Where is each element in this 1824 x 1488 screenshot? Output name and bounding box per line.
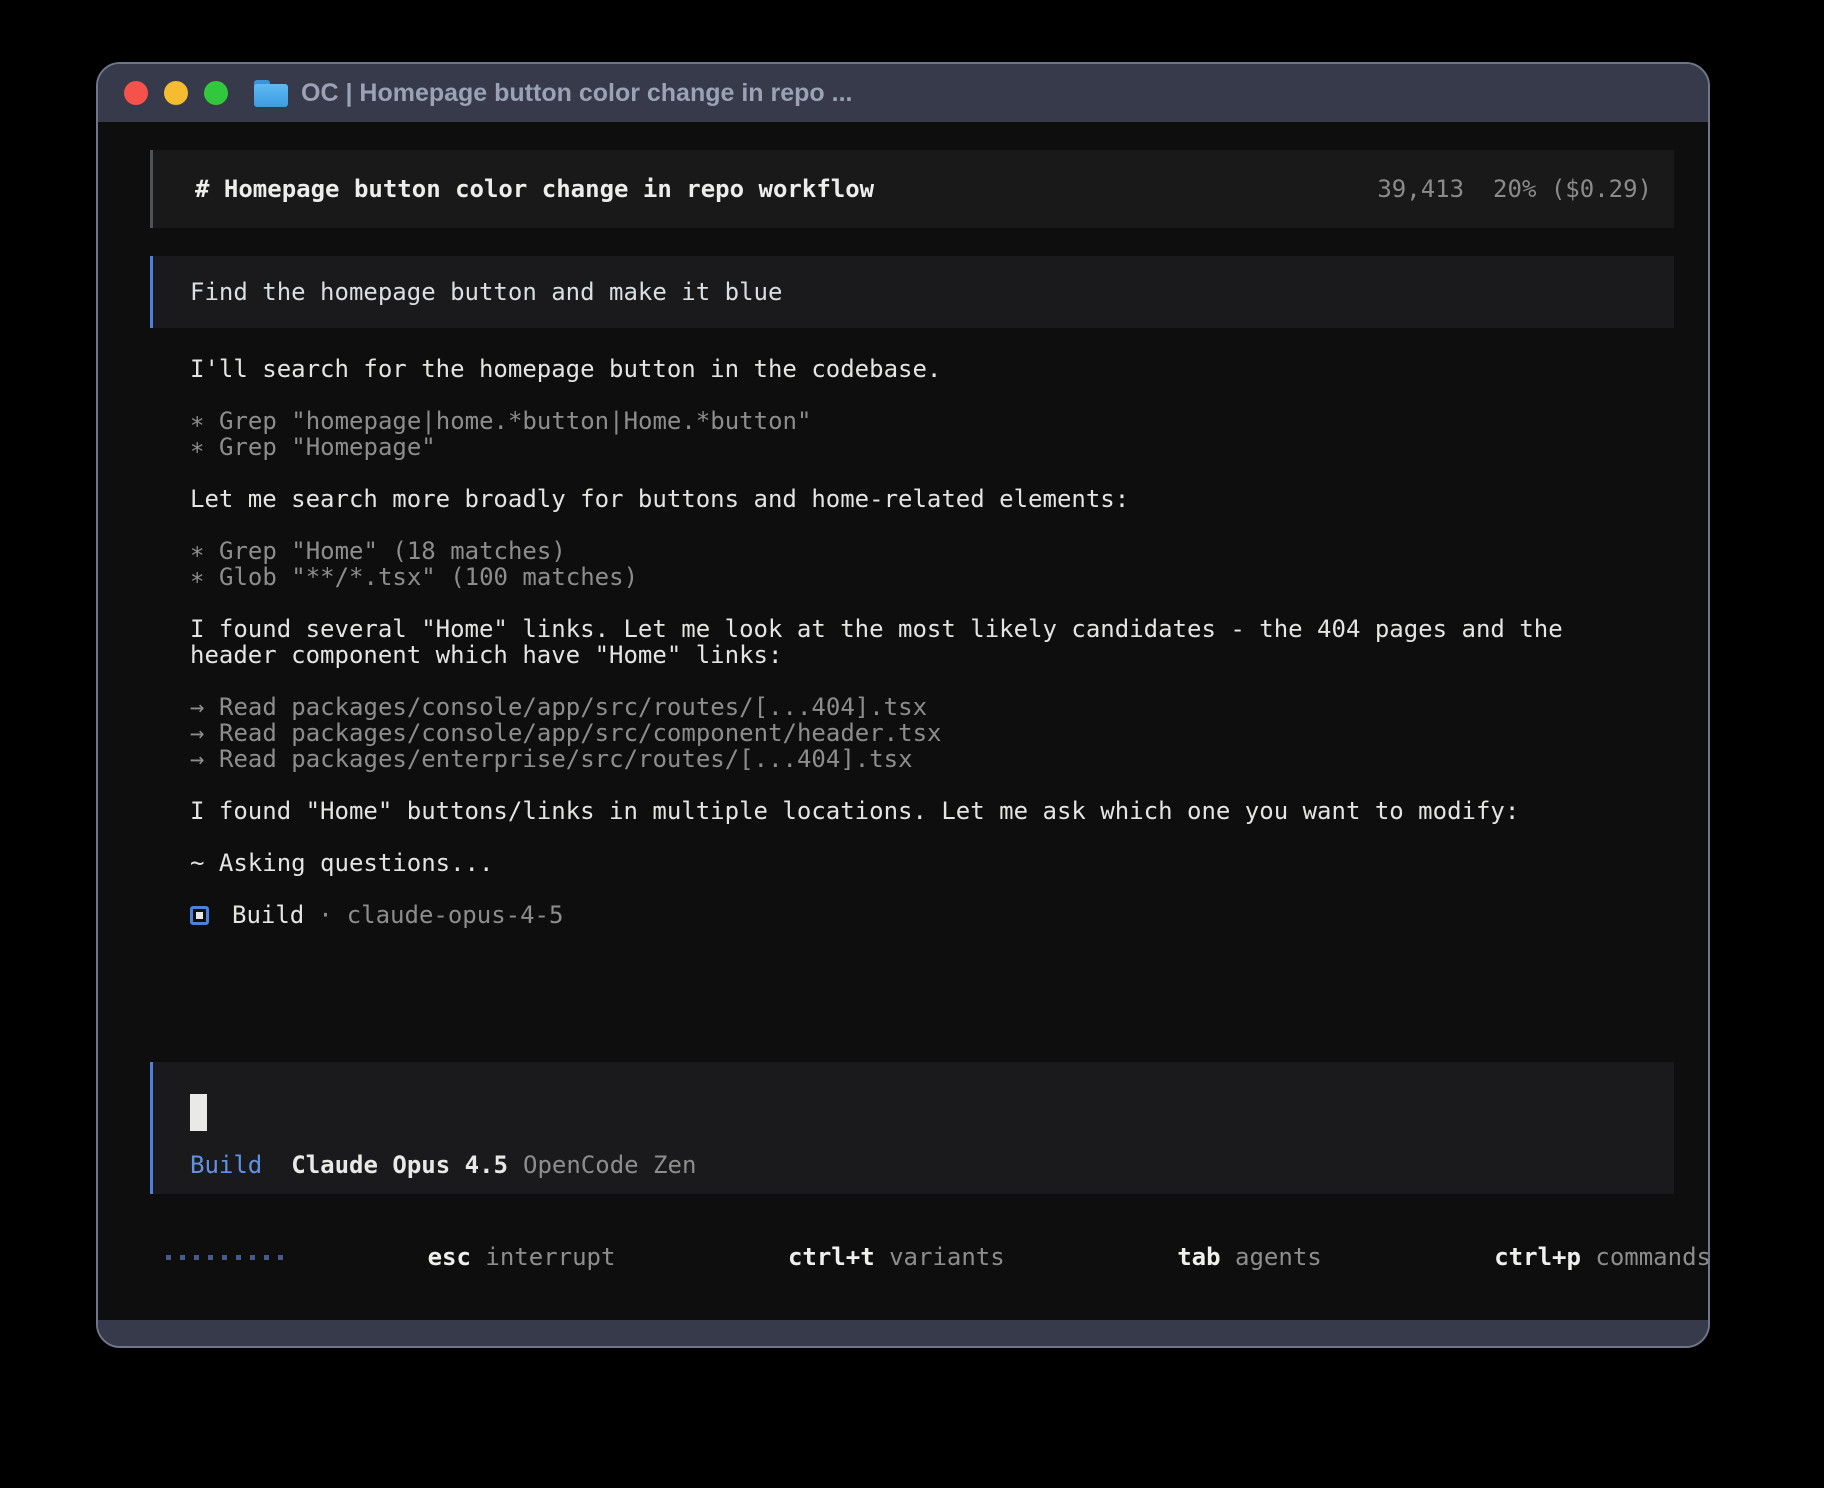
spinner-dots: [166, 1255, 283, 1260]
arrow-right-icon: →: [190, 746, 219, 772]
maximize-button[interactable]: [204, 81, 228, 105]
tool-call-text: Grep "Home" (18 matches): [219, 538, 566, 564]
agent-separator: ·: [318, 902, 332, 928]
assistant-response: I'll search for the homepage button in t…: [190, 356, 1674, 928]
response-broaden: Let me search more broadly for buttons a…: [190, 486, 1674, 512]
tool-call-grep: ∗Grep "homepage|home.*button|Home.*butto…: [190, 408, 1674, 434]
arrow-right-icon: →: [190, 694, 219, 720]
close-button[interactable]: [124, 81, 148, 105]
window-title: OC | Homepage button color change in rep…: [301, 79, 852, 108]
variants-shortcut: ctrl+t variants: [643, 1218, 1004, 1296]
tool-call-group: →Read packages/console/app/src/routes/[.…: [190, 694, 1674, 772]
input-meta: Build Claude Opus 4.5 OpenCode Zen: [190, 1152, 1674, 1178]
interrupt-label: interrupt: [485, 1243, 615, 1271]
esc-key-label: esc: [428, 1243, 471, 1271]
minimize-button[interactable]: [164, 81, 188, 105]
tool-call-read: →Read packages/console/app/src/component…: [190, 720, 1674, 746]
tool-call-group: ∗Grep "homepage|home.*button|Home.*butto…: [190, 408, 1674, 460]
terminal-window: OC | Homepage button color change in rep…: [96, 62, 1710, 1348]
tool-call-read: →Read packages/console/app/src/routes/[.…: [190, 694, 1674, 720]
asterisk-icon: ∗: [190, 538, 219, 564]
build-agent-icon: [190, 906, 209, 925]
status-bar: esc interrupt ctrl+t variants tab agents…: [150, 1218, 1674, 1296]
text-cursor: [190, 1094, 207, 1131]
asterisk-icon: ∗: [190, 434, 219, 460]
tool-call-text: Grep "homepage|home.*button|Home.*button…: [219, 408, 811, 434]
tool-call-read: →Read packages/enterprise/src/routes/[..…: [190, 746, 1674, 772]
session-stats: 39,413 20% ($0.29): [1377, 176, 1652, 202]
response-candidates: I found several "Home" links. Let me loo…: [190, 616, 1674, 668]
interrupt-hint: esc interrupt: [312, 1218, 615, 1296]
tool-call-text: Read packages/console/app/src/component/…: [219, 720, 941, 746]
asterisk-icon: ∗: [190, 564, 219, 590]
folder-icon: [254, 80, 288, 107]
window-controls: [124, 81, 228, 105]
agent-name: Build: [232, 902, 304, 928]
prompt-input[interactable]: Build Claude Opus 4.5 OpenCode Zen: [150, 1062, 1674, 1194]
input-model-label[interactable]: Claude Opus 4.5: [291, 1152, 508, 1178]
user-message-text: Find the homepage button and make it blu…: [190, 279, 782, 305]
asking-questions-status: ~ Asking questions...: [190, 850, 1674, 876]
response-intro: I'll search for the homepage button in t…: [190, 356, 1674, 382]
user-message: Find the homepage button and make it blu…: [150, 256, 1674, 328]
tool-call-grep: ∗Grep "Homepage": [190, 434, 1674, 460]
tool-call-grep: ∗Grep "Home" (18 matches): [190, 538, 1674, 564]
context-usage: 20% ($0.29): [1493, 175, 1652, 203]
input-provider-label: OpenCode Zen: [523, 1152, 696, 1178]
asterisk-icon: ∗: [190, 408, 219, 434]
session-title: # Homepage button color change in repo w…: [195, 176, 1377, 202]
tool-call-group: ∗Grep "Home" (18 matches) ∗Glob "**/*.ts…: [190, 538, 1674, 590]
arrow-right-icon: →: [190, 720, 219, 746]
tool-call-text: Grep "Homepage": [219, 434, 436, 460]
terminal-content: # Homepage button color change in repo w…: [98, 122, 1708, 1320]
tool-call-text: Read packages/console/app/src/routes/[..…: [219, 694, 927, 720]
response-candidates-line1: I found several "Home" links. Let me loo…: [190, 616, 1674, 642]
response-candidates-line2: header component which have "Home" links…: [190, 642, 1674, 668]
session-header: # Homepage button color change in repo w…: [150, 150, 1674, 228]
window-bottom-bar: [98, 1320, 1708, 1346]
tool-call-text: Glob "**/*.tsx" (100 matches): [219, 564, 638, 590]
agents-shortcut: tab agents: [1033, 1218, 1322, 1296]
token-count: 39,413: [1377, 175, 1464, 203]
agent-model: claude-opus-4-5: [347, 902, 564, 928]
response-ask: I found "Home" buttons/links in multiple…: [190, 798, 1674, 824]
tool-call-text: Read packages/enterprise/src/routes/[...…: [219, 746, 913, 772]
tool-call-glob: ∗Glob "**/*.tsx" (100 matches): [190, 564, 1674, 590]
commands-shortcut: ctrl+p commands: [1350, 1218, 1708, 1296]
agent-row: Build · claude-opus-4-5: [190, 902, 1674, 928]
shortcut-hints: ctrl+t variants tab agents ctrl+p comman…: [615, 1218, 1708, 1296]
input-agent-label[interactable]: Build: [190, 1152, 262, 1178]
titlebar: OC | Homepage button color change in rep…: [98, 64, 1708, 122]
